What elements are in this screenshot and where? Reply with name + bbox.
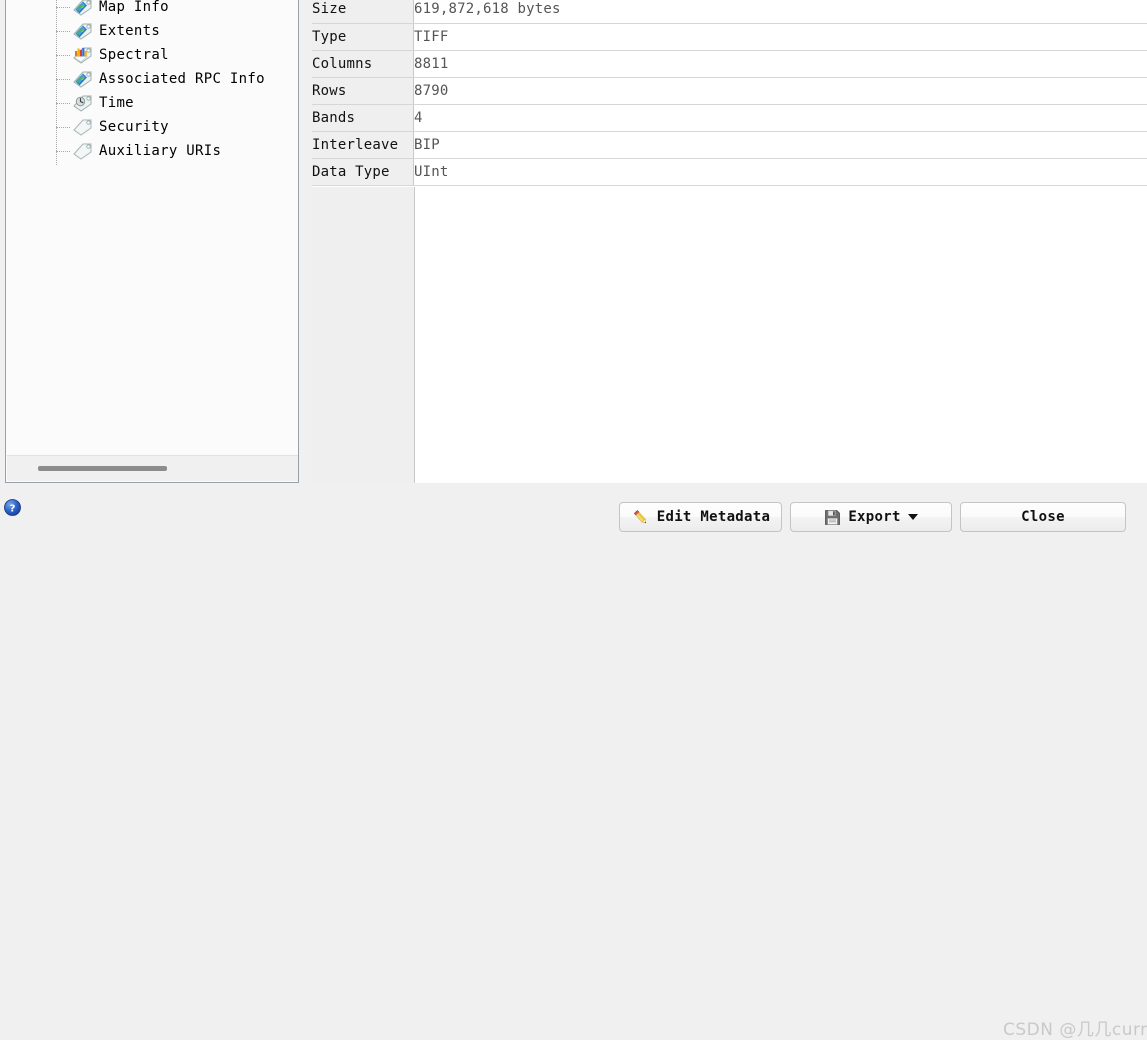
spectral-tag-icon [71, 45, 93, 65]
tree-item-auxiliary-uris[interactable]: Auxiliary URIs [56, 139, 221, 163]
tree-connector [56, 103, 70, 104]
metadata-tree-panel[interactable]: Map Info Extents [5, 0, 299, 483]
edit-metadata-button[interactable]: Edit Metadata [619, 502, 782, 532]
table-row[interactable]: Bands 4 [312, 104, 1147, 131]
tree-connector [56, 31, 70, 32]
tree-item-label: Extents [99, 23, 160, 39]
tree-item-map-info[interactable]: Map Info [56, 0, 169, 19]
metadata-key: Size [312, 0, 414, 23]
scrollbar-thumb[interactable] [38, 466, 167, 471]
metadata-value[interactable]: UInt [414, 158, 1147, 185]
tree-connector [56, 7, 70, 8]
globe-tag-icon [71, 69, 93, 89]
table-row[interactable]: Columns 8811 [312, 50, 1147, 77]
tree-item-label: Auxiliary URIs [99, 143, 221, 159]
metadata-key: Rows [312, 77, 414, 104]
tree-horizontal-scrollbar[interactable] [7, 455, 298, 481]
metadata-value[interactable]: 8790 [414, 77, 1147, 104]
tree-scroll-area[interactable]: Map Info Extents [6, 0, 298, 457]
table-row[interactable]: Type TIFF [312, 23, 1147, 50]
tree-connector [56, 127, 70, 128]
floppy-disk-icon [824, 509, 841, 526]
export-button[interactable]: Export [790, 502, 952, 532]
close-button[interactable]: Close [960, 502, 1126, 532]
metadata-value[interactable]: TIFF [414, 23, 1147, 50]
metadata-key: Bands [312, 104, 414, 131]
table-row[interactable]: Interleave BIP [312, 131, 1147, 158]
tree-item-spectral[interactable]: Spectral [56, 43, 169, 67]
clock-tag-icon [71, 93, 93, 113]
tree-item-label: Spectral [99, 47, 169, 63]
table-row[interactable]: Size 619,872,618 bytes [312, 0, 1147, 23]
metadata-value[interactable]: 4 [414, 104, 1147, 131]
watermark-text: CSDN @几几curry [1003, 1015, 1147, 1040]
metadata-key: Columns [312, 50, 414, 77]
metadata-table: Size 619,872,618 bytes Type TIFF Columns… [312, 0, 1147, 186]
tree-item-security[interactable]: Security [56, 115, 169, 139]
tree-item-label: Time [99, 95, 134, 111]
tree-connector [56, 151, 70, 152]
export-label: Export [848, 509, 900, 525]
metadata-value[interactable]: BIP [414, 131, 1147, 158]
metadata-value[interactable]: 8811 [414, 50, 1147, 77]
metadata-value[interactable]: 619,872,618 bytes [414, 0, 1147, 23]
metadata-key: Type [312, 23, 414, 50]
tree-item-time[interactable]: Time [56, 91, 134, 115]
tree-item-extents[interactable]: Extents [56, 19, 160, 43]
tree-item-associated-rpc-info[interactable]: Associated RPC Info [56, 67, 265, 91]
table-row[interactable]: Rows 8790 [312, 77, 1147, 104]
key-column-filler [312, 187, 415, 483]
tree-item-label: Associated RPC Info [99, 71, 265, 87]
blank-tag-icon [71, 117, 93, 137]
blank-tag-icon [71, 141, 93, 161]
metadata-detail-panel: Size 619,872,618 bytes Type TIFF Columns… [312, 0, 1147, 483]
tree-connector [56, 55, 70, 56]
edit-metadata-label: Edit Metadata [657, 509, 770, 525]
metadata-key: Data Type [312, 158, 414, 185]
close-label: Close [1021, 509, 1065, 525]
dialog-footer: ? Edit Metadata [0, 487, 1147, 555]
table-row[interactable]: Data Type UInt [312, 158, 1147, 185]
tree-item-label: Security [99, 119, 169, 135]
chevron-down-icon [908, 514, 918, 520]
tree-item-label: Map Info [99, 0, 169, 15]
metadata-key: Interleave [312, 131, 414, 158]
help-question-icon[interactable]: ? [4, 499, 21, 516]
tree-connector [56, 79, 70, 80]
globe-tag-icon [71, 21, 93, 41]
pencil-icon [631, 508, 650, 527]
globe-tag-icon [71, 0, 93, 17]
svg-text:?: ? [10, 503, 16, 514]
